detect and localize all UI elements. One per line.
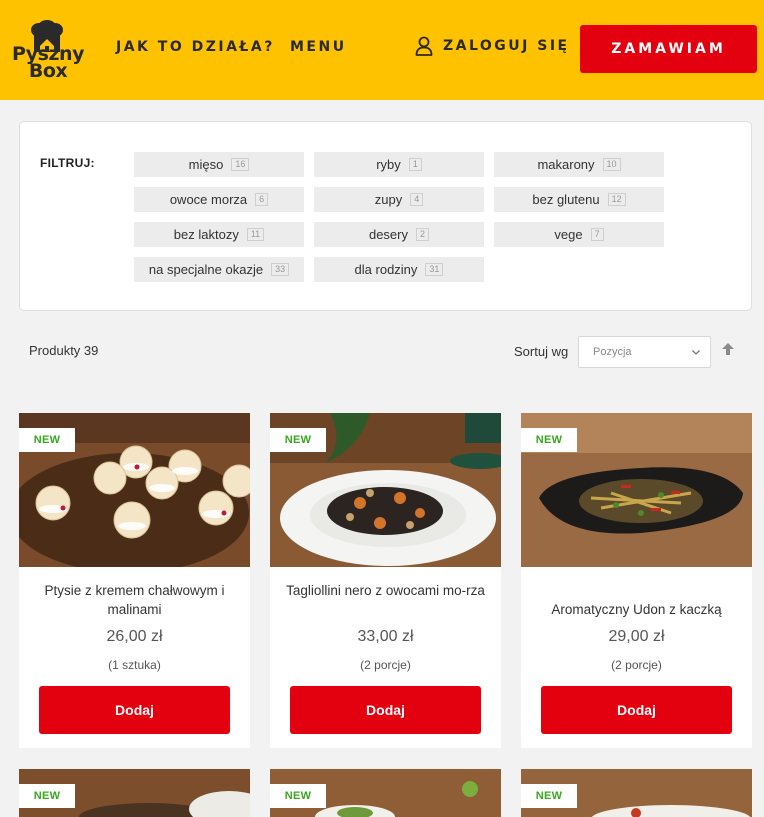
product-unit: (1 sztuka) [108,658,161,672]
chevron-down-icon [692,350,700,355]
new-badge: NEW [521,428,577,452]
new-badge: NEW [270,784,326,808]
sort-label: Sortuj wg [514,344,569,359]
filter-chip[interactable]: mięso 16 [134,152,304,177]
logo[interactable]: Pyszny Box [6,20,90,90]
product-card: NEW [270,769,501,817]
chip-label: bez laktozy [173,227,239,242]
filter-chip[interactable]: makarony 10 [494,152,664,177]
sort-value: Pozycja [593,346,632,358]
filter-chip[interactable]: na specjalne okazje 33 [134,257,304,282]
product-price: 33,00 zł [357,628,414,645]
chip-label: desery [368,227,408,242]
chip-label: dla rodziny [354,262,418,277]
sort-select[interactable]: Pozycja [578,336,711,368]
product-image[interactable]: NEW [270,769,501,817]
chip-count: 7 [590,228,604,241]
nav-how-it-works[interactable]: JAK TO DZIAŁA? [116,39,275,55]
product-name[interactable]: Tagliollini nero z owocami mo-rza [284,581,487,600]
product-price: 29,00 zł [608,628,665,645]
product-image[interactable]: NEW [19,413,250,567]
new-badge: NEW [270,428,326,452]
product-unit: (2 porcje) [611,658,662,672]
new-badge: NEW [19,784,75,808]
product-price: 26,00 zł [106,628,163,645]
chip-label: ryby [376,157,401,172]
order-button[interactable]: ZAMAWIAM [580,25,757,73]
filter-chip[interactable]: vege 7 [494,222,664,247]
site-header: Pyszny Box JAK TO DZIAŁA? MENU ZALOGUJ S… [0,0,764,100]
chip-count: 11 [246,228,265,241]
nav-menu[interactable]: MENU [290,39,347,55]
filter-panel: FILTRUJ: mięso 16 ryby 1 makarony 10 owoce … [19,121,752,311]
filter-chip[interactable]: desery 2 [314,222,484,247]
filter-chip[interactable]: dla rodziny 31 [314,257,484,282]
chip-label: owoce morza [169,192,248,207]
chip-label: na specjalne okazje [148,262,264,277]
product-image[interactable]: NEW [270,413,501,567]
product-name[interactable]: Aromatyczny Udon z kaczką [535,600,738,619]
chip-count: 33 [271,263,290,276]
product-card: NEW [19,769,250,817]
login-label: ZALOGUJ SIĘ [443,38,570,54]
product-image[interactable]: NEW [521,413,752,567]
chip-label: makarony [537,157,595,172]
filter-chip[interactable]: owoce morza 6 [134,187,304,212]
user-icon [415,36,433,56]
chip-count: 6 [255,193,269,206]
chip-label: vege [554,227,583,242]
product-card: NEW Aromatyczny Udon z kaczką 29,00 zł (… [521,413,752,748]
add-to-cart-button[interactable]: Dodaj [290,686,481,734]
chip-count: 2 [416,228,430,241]
new-badge: NEW [521,784,577,808]
logo-line-2: Box [28,60,68,82]
chip-count: 31 [425,263,444,276]
chip-count: 1 [408,158,422,171]
add-to-cart-button[interactable]: Dodaj [39,686,230,734]
chip-count: 12 [607,193,626,206]
chip-count: 16 [231,158,250,171]
chip-count: 10 [602,158,621,171]
add-to-cart-button[interactable]: Dodaj [541,686,732,734]
filter-label: FILTRUJ: [40,156,95,170]
product-card: NEW Tagliollini nero z owocami mo-rza 33… [270,413,501,748]
chip-count: 4 [410,193,424,206]
product-card: NEW [521,769,752,817]
product-count: Produkty 39 [29,343,99,358]
product-card: NEW Ptysie z kremem chałwowym i malinami… [19,413,250,748]
chip-label: zupy [374,192,403,207]
filter-chip[interactable]: ryby 1 [314,152,484,177]
new-badge: NEW [19,428,75,452]
chip-label: bez glutenu [532,192,600,207]
product-name[interactable]: Ptysie z kremem chałwowym i malinami [33,581,236,619]
filter-chip[interactable]: bez laktozy 11 [134,222,304,247]
chip-label: mięso [188,157,224,172]
filter-chip[interactable]: bez glutenu 12 [494,187,664,212]
filter-chip[interactable]: zupy 4 [314,187,484,212]
sort-direction-arrow-icon[interactable] [721,342,735,356]
product-image[interactable]: NEW [521,769,752,817]
product-image[interactable]: NEW [19,769,250,817]
product-unit: (2 porcje) [360,658,411,672]
login-link[interactable]: ZALOGUJ SIĘ [415,36,570,56]
